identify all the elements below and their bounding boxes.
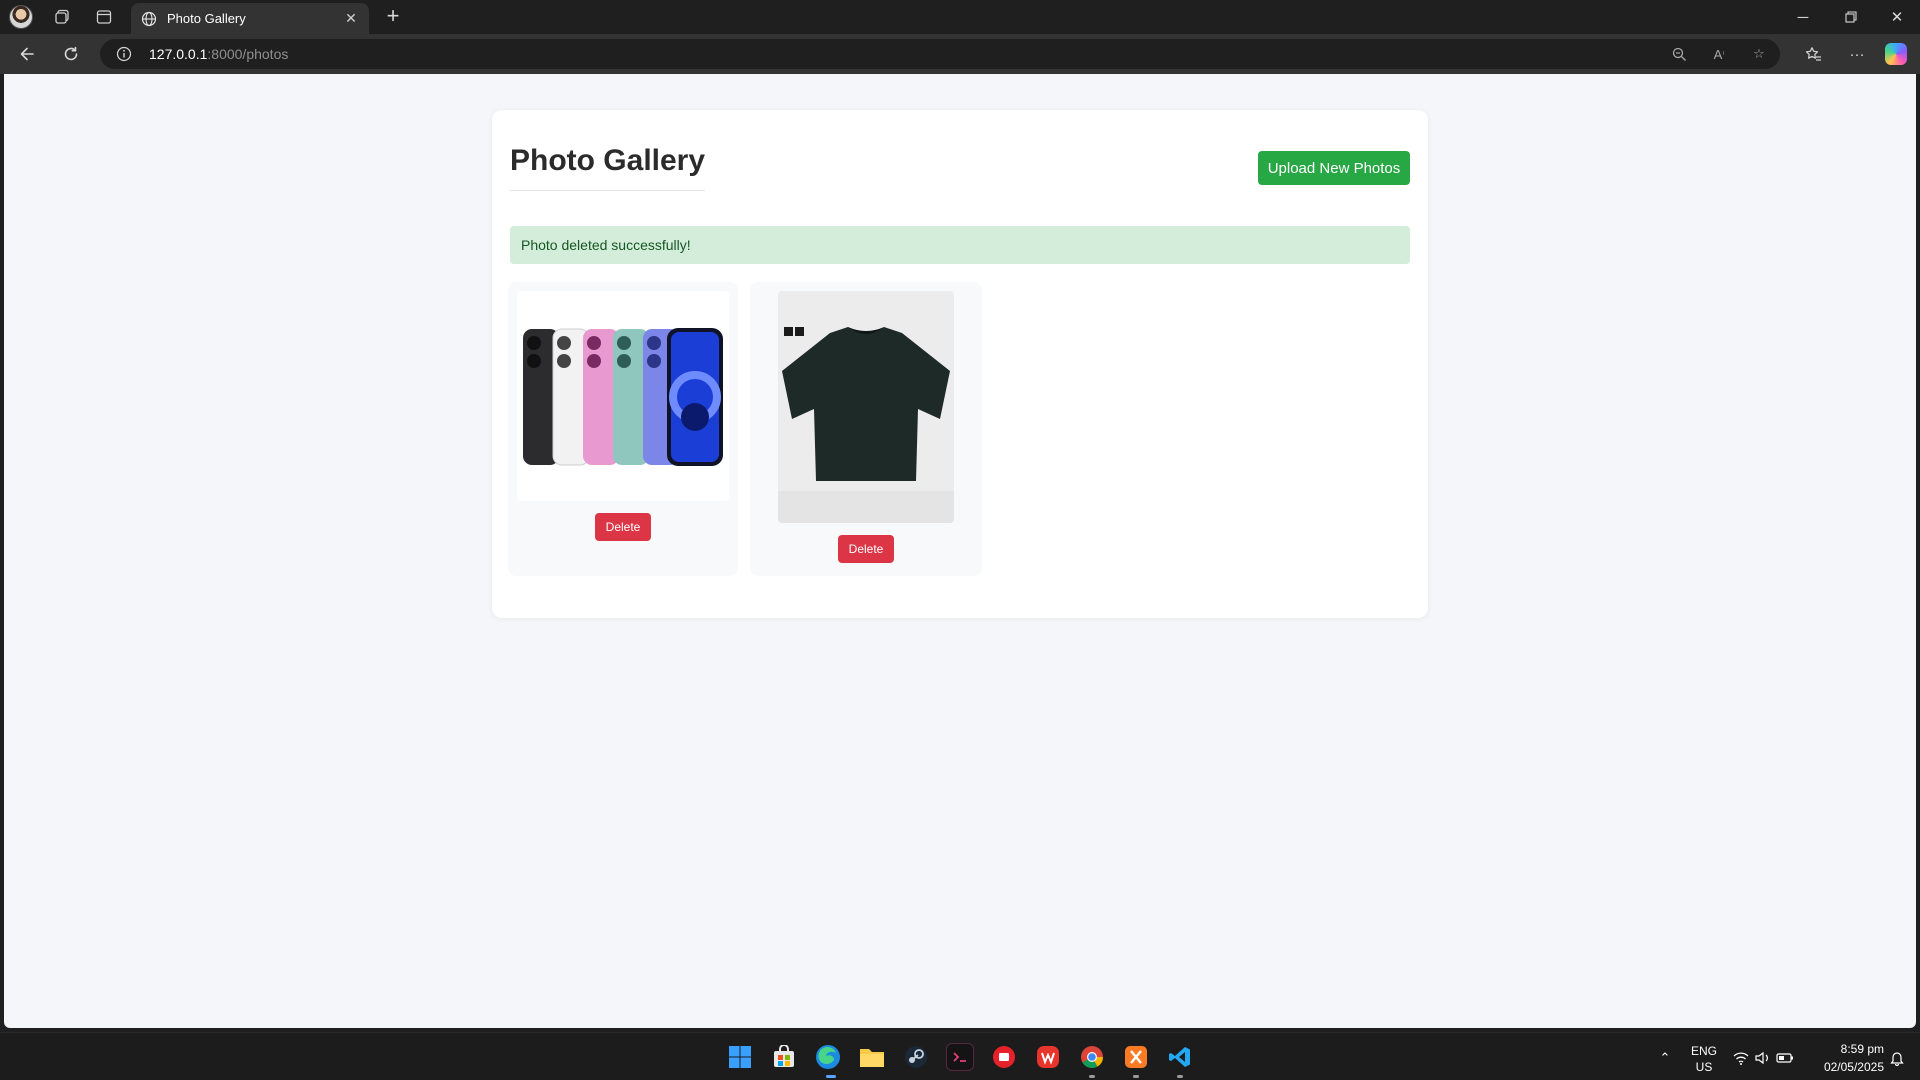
browser-toolbar: 127.0.0.1:8000/photos A ⁾ ☆ ··· (0, 34, 1920, 74)
clock-time[interactable]: 8:59 pm (1812, 1042, 1884, 1056)
wifi-icon[interactable] (1732, 1050, 1750, 1066)
url-path: :8000/photos (207, 46, 289, 62)
clock-date[interactable]: 02/05/2025 (1812, 1060, 1884, 1074)
page-title: Photo Gallery (510, 144, 706, 191)
tab-close-icon[interactable]: ✕ (343, 10, 359, 27)
restore-icon[interactable] (1828, 0, 1874, 34)
back-icon[interactable] (14, 42, 40, 66)
start-icon[interactable] (726, 1043, 754, 1071)
favorites-icon[interactable] (1800, 42, 1826, 66)
photo-card: Delete (508, 282, 738, 576)
url-host: 127.0.0.1 (149, 46, 208, 62)
app-red-icon[interactable] (990, 1043, 1018, 1071)
browser-tab-bar: Photo Gallery ✕ + ─ ✕ (0, 0, 1920, 34)
xampp-icon[interactable] (1122, 1043, 1150, 1071)
wps-office-icon[interactable] (1034, 1043, 1062, 1071)
tshirt-image (778, 327, 954, 523)
chrome-icon[interactable] (1078, 1043, 1106, 1071)
delete-button[interactable]: Delete (838, 535, 894, 563)
new-tab-icon[interactable]: + (381, 5, 405, 29)
url-text[interactable]: 127.0.0.1:8000/photos (149, 46, 288, 62)
more-menu-icon[interactable]: ··· (1844, 42, 1870, 66)
tab-photo-gallery[interactable]: Photo Gallery ✕ (131, 3, 369, 34)
vscode-icon[interactable] (1166, 1043, 1194, 1071)
refresh-icon[interactable] (58, 42, 84, 66)
show-hidden-icons-chevron-icon[interactable]: ⌃ (1656, 1050, 1674, 1066)
notification-bell-icon[interactable] (1888, 1050, 1906, 1066)
copilot-icon[interactable] (1885, 43, 1907, 65)
steam-icon[interactable] (902, 1043, 930, 1071)
zoom-icon[interactable] (1668, 44, 1690, 64)
globe-icon (141, 11, 157, 26)
file-explorer-icon[interactable] (858, 1043, 886, 1071)
edge-icon[interactable] (814, 1043, 842, 1071)
battery-icon[interactable] (1776, 1050, 1794, 1066)
gallery-container: Photo Gallery Upload New Photos Photo de… (492, 110, 1428, 618)
page-viewport: Photo Gallery Upload New Photos Photo de… (4, 74, 1916, 1028)
store-icon[interactable] (770, 1043, 798, 1071)
upload-new-photos-button[interactable]: Upload New Photos (1258, 151, 1410, 185)
input-region[interactable]: US (1690, 1060, 1718, 1074)
chrome-running-indicator (1089, 1075, 1095, 1078)
photo-card: Delete (750, 282, 982, 576)
terminal-app-icon[interactable] (946, 1043, 974, 1071)
input-language[interactable]: ENG (1690, 1044, 1718, 1058)
edge-active-indicator (826, 1075, 836, 1078)
windows-taskbar: ⌃ ENG US 8:59 pm 02/05/2025 (0, 1032, 1920, 1080)
minimize-icon[interactable]: ─ (1780, 0, 1826, 34)
favorite-star-icon[interactable]: ☆ (1748, 44, 1770, 64)
photo-thumbnail[interactable] (778, 291, 954, 523)
tab-actions-icon[interactable] (92, 6, 116, 28)
vscode-running-indicator (1177, 1075, 1183, 1078)
site-info-icon[interactable] (116, 46, 132, 62)
xampp-running-indicator (1133, 1075, 1139, 1078)
iphone-image (523, 328, 723, 466)
delete-button[interactable]: Delete (595, 513, 651, 541)
tab-title: Photo Gallery (167, 11, 246, 26)
read-aloud-icon[interactable]: A ⁾ (1708, 44, 1730, 64)
volume-icon[interactable] (1754, 1050, 1772, 1066)
address-bar[interactable]: 127.0.0.1:8000/photos A ⁾ ☆ (100, 39, 1780, 69)
window-close-icon[interactable]: ✕ (1874, 0, 1920, 34)
workspaces-icon[interactable] (50, 6, 74, 28)
profile-avatar[interactable] (9, 5, 33, 29)
photo-thumbnail[interactable] (517, 291, 729, 501)
success-alert: Photo deleted successfully! (510, 226, 1410, 264)
